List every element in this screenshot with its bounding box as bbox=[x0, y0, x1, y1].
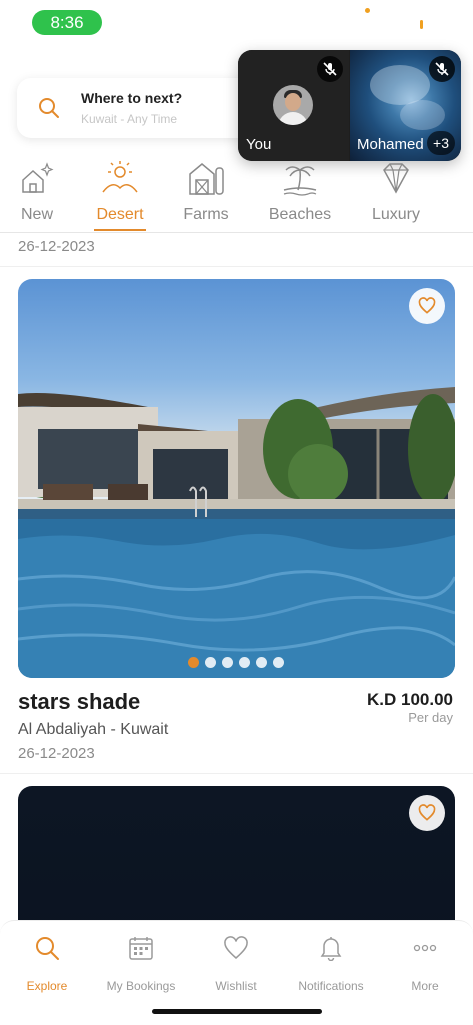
home-indicator[interactable] bbox=[152, 1009, 322, 1014]
wishlist-heart-button[interactable] bbox=[409, 288, 445, 324]
listing-price-unit: Per day bbox=[408, 710, 453, 725]
pagination-dot[interactable] bbox=[273, 657, 284, 668]
barn-icon bbox=[189, 163, 224, 195]
search-title: Where to next? bbox=[81, 90, 183, 106]
nav-my-bookings[interactable]: My Bookings bbox=[94, 935, 188, 995]
listing-photo-image bbox=[18, 387, 455, 678]
heart-icon bbox=[418, 804, 436, 821]
heart-icon bbox=[418, 297, 436, 314]
search-icon bbox=[39, 98, 59, 118]
category-label: Luxury bbox=[371, 206, 421, 223]
heart-icon bbox=[224, 936, 248, 959]
category-divider bbox=[0, 232, 473, 233]
nav-explore[interactable]: Explore bbox=[0, 935, 94, 995]
listing-title[interactable]: stars shade bbox=[18, 689, 140, 715]
video-call-overlay[interactable]: You Mohamed +3 bbox=[238, 50, 461, 161]
listing-date: 26-12-2023 bbox=[18, 745, 95, 762]
pagination-dot[interactable] bbox=[205, 657, 216, 668]
nav-label: Wishlist bbox=[215, 979, 257, 993]
more-dots-icon bbox=[413, 944, 437, 952]
category-label: Farms bbox=[183, 206, 229, 223]
nav-notifications[interactable]: Notifications bbox=[284, 935, 378, 995]
category-label: Desert bbox=[96, 206, 144, 223]
nav-label: My Bookings bbox=[106, 979, 176, 993]
nav-label: Notifications bbox=[298, 979, 364, 993]
status-indicator-dot bbox=[365, 8, 370, 13]
house-sparkle-icon bbox=[22, 162, 54, 193]
divider bbox=[0, 773, 473, 774]
mic-off-icon bbox=[317, 56, 343, 82]
mic-off-icon bbox=[429, 56, 455, 82]
search-bar[interactable]: Where to next? Kuwait - Any Time bbox=[17, 78, 257, 138]
divider bbox=[0, 266, 473, 267]
participant-tile-you[interactable]: You bbox=[238, 50, 349, 161]
listing-photo[interactable] bbox=[18, 279, 455, 678]
active-category-underline bbox=[94, 229, 146, 231]
nav-more[interactable]: More bbox=[378, 935, 472, 995]
nav-label: Explore bbox=[26, 979, 68, 993]
category-new[interactable]: New bbox=[0, 150, 82, 234]
previous-listing-date: 26-12-2023 bbox=[18, 238, 95, 255]
category-beaches[interactable]: Beaches bbox=[255, 150, 345, 234]
bell-icon bbox=[320, 937, 342, 961]
photo-pagination[interactable] bbox=[188, 657, 284, 668]
diamond-icon bbox=[383, 163, 409, 194]
pagination-dot[interactable] bbox=[256, 657, 267, 668]
calendar-icon bbox=[129, 937, 153, 960]
desert-sun-icon bbox=[102, 161, 138, 193]
pagination-dot[interactable] bbox=[222, 657, 233, 668]
palm-beach-icon bbox=[283, 166, 317, 196]
category-label: Beaches bbox=[268, 206, 332, 223]
avatar bbox=[273, 85, 313, 125]
nav-wishlist[interactable]: Wishlist bbox=[189, 935, 283, 995]
category-luxury[interactable]: Luxury bbox=[351, 150, 441, 234]
category-farms[interactable]: Farms bbox=[161, 150, 251, 234]
partial-icon bbox=[469, 158, 473, 198]
listing-price: K.D 100.00 bbox=[367, 690, 453, 709]
pagination-dot[interactable] bbox=[239, 657, 250, 668]
category-partial[interactable]: R bbox=[444, 150, 473, 234]
participant-tile-mohamed[interactable]: Mohamed +3 bbox=[350, 50, 461, 161]
nav-label: More bbox=[411, 979, 439, 993]
category-label: New bbox=[20, 206, 53, 223]
category-desert[interactable]: Desert bbox=[75, 150, 165, 234]
search-icon bbox=[36, 937, 59, 960]
listing-location: Al Abdaliyah - Kuwait bbox=[18, 721, 169, 738]
wishlist-heart-button[interactable] bbox=[409, 795, 445, 831]
status-time[interactable]: 8:36 bbox=[32, 10, 102, 35]
category-bar: New Desert Farms Beaches Luxury bbox=[0, 150, 473, 234]
search-subtitle: Kuwait - Any Time bbox=[81, 112, 178, 126]
category-label: R bbox=[444, 206, 473, 224]
status-bar: 8:36 bbox=[0, 0, 473, 44]
pagination-dot[interactable] bbox=[188, 657, 199, 668]
status-indicator-dash bbox=[420, 20, 423, 29]
